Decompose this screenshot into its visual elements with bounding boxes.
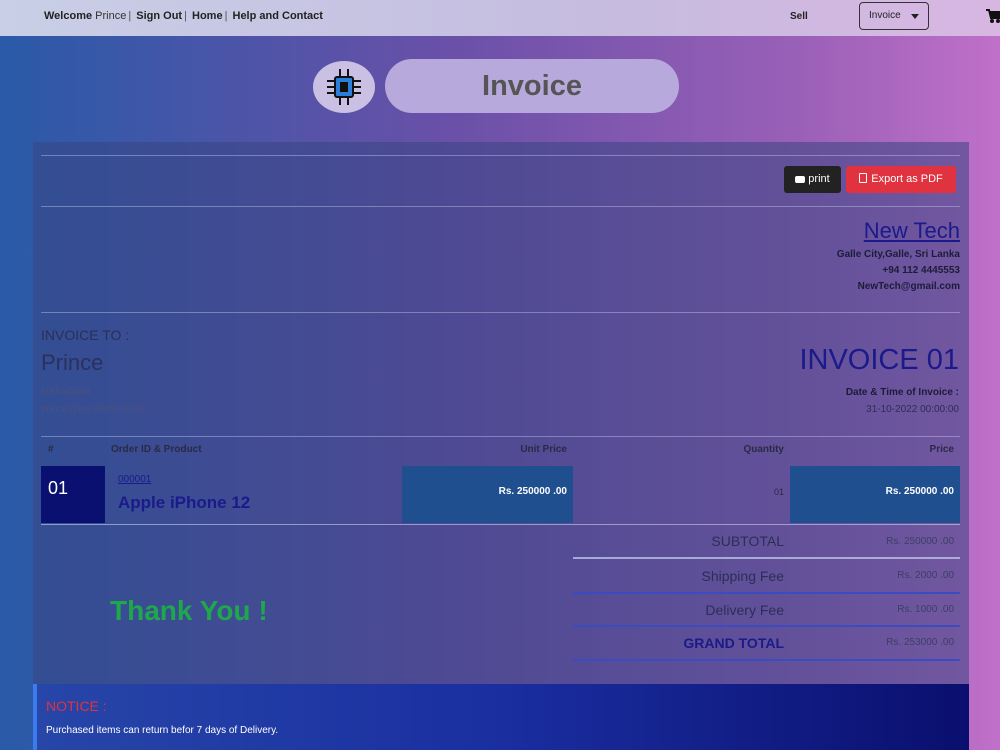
invoice-datetime: 31-10-2022 00:00:00 [866, 404, 959, 415]
table-header-quantity: Quantity [743, 444, 784, 455]
subtotal-value: Rs. 250000 .00 [886, 536, 954, 547]
sell-link[interactable]: Sell [790, 11, 808, 22]
page-title: Invoice [385, 59, 679, 113]
divider [41, 206, 960, 207]
caret-down-icon [911, 14, 919, 19]
export-pdf-button[interactable]: Export as PDF [846, 166, 956, 193]
file-icon [859, 173, 868, 183]
delivery-fee-label: Delivery Fee [705, 602, 784, 618]
export-pdf-button-label: Export as PDF [871, 173, 943, 185]
chip-icon [327, 69, 361, 105]
company-name-link[interactable]: New Tech [837, 218, 960, 244]
thank-you-message: Thank You ! [110, 595, 268, 626]
product-name: Apple iPhone 12 [118, 493, 251, 512]
company-info: New Tech Galle City,Galle, Sri Lanka +94… [837, 218, 960, 292]
top-nav-links: Welcome Prince | Sign Out | Home | Help and… [44, 10, 323, 22]
table-header-price: Price [929, 444, 954, 455]
invoice-dropdown-label: Invoice [869, 10, 901, 21]
print-button[interactable]: print [784, 166, 841, 193]
site-logo [313, 61, 375, 113]
company-phone: +94 112 4445553 [882, 265, 960, 276]
nav-separator: | [184, 10, 187, 22]
printer-icon [795, 175, 806, 183]
subtotal-label: SUBTOTAL [711, 533, 784, 549]
help-contact-link[interactable]: Help and Contact [233, 10, 323, 22]
customer-address: Hikkaduwa [41, 386, 90, 397]
unit-price: Rs. 250000 .00 [402, 466, 573, 523]
divider [41, 524, 960, 525]
print-button-label: print [808, 173, 830, 185]
divider [41, 155, 960, 156]
welcome-user-name: Prince [95, 10, 127, 22]
invoice-to-label: INVOICE TO : [41, 327, 130, 343]
order-id-link[interactable]: 000001 [118, 474, 151, 485]
shipping-fee-label: Shipping Fee [701, 568, 784, 584]
customer-name: Prince [41, 350, 104, 375]
customer-email: prince@royalmail.crown [41, 404, 148, 415]
table-header-order-product: Order ID & Product [111, 444, 202, 455]
row-number: 01 [41, 466, 105, 523]
divider [573, 659, 960, 661]
shipping-fee-value: Rs. 2000 .00 [897, 570, 954, 581]
nav-separator: | [128, 10, 132, 22]
company-email: NewTech@gmail.com [857, 281, 960, 292]
divider [41, 436, 960, 437]
divider [573, 625, 960, 627]
line-price: Rs. 250000 .00 [790, 466, 960, 523]
grand-total-value: Rs. 253000 .00 [886, 637, 954, 648]
nav-separator: | [224, 10, 228, 22]
company-address: Galle City,Galle, Sri Lanka [836, 249, 960, 260]
table-header-number: # [48, 444, 54, 455]
quantity: 01 [773, 487, 784, 497]
sign-out-link[interactable]: Sign Out [136, 10, 182, 22]
divider [573, 557, 960, 559]
home-link[interactable]: Home [192, 10, 223, 22]
invoice-datetime-label: Date & Time of Invoice : [845, 387, 959, 398]
grand-total-label: GRAND TOTAL [683, 635, 784, 651]
table-header-unit-price: Unit Price [520, 444, 567, 455]
cart-icon[interactable] [986, 4, 1000, 26]
notice-banner: NOTICE : Purchased items can return befo… [33, 684, 969, 750]
divider [573, 592, 960, 594]
notice-title: NOTICE : [46, 698, 107, 714]
top-nav-bar: Welcome Prince | Sign Out | Home | Help and… [0, 0, 1000, 36]
welcome-text: Welcome [44, 10, 93, 22]
invoice-dropdown[interactable]: Invoice [859, 2, 929, 30]
divider [41, 312, 960, 313]
notice-text: Purchased items can return befor 7 days … [46, 725, 279, 736]
invoice-number: INVOICE 01 [799, 344, 959, 376]
delivery-fee-value: Rs. 1000 .00 [897, 604, 954, 615]
